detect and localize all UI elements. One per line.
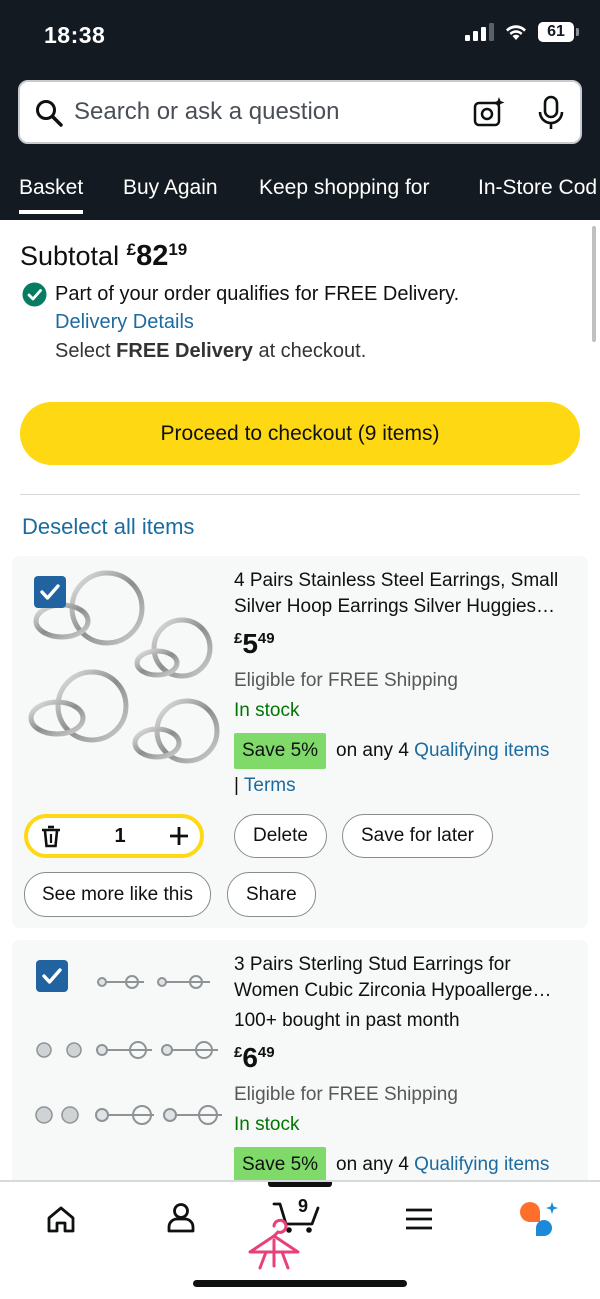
status-bar: 18:38 61: [0, 0, 600, 70]
divider: [20, 494, 580, 495]
cart-item: 3 Pairs Sterling Stud Earrings for Women…: [12, 940, 588, 1200]
checkmark-icon: [40, 584, 60, 600]
price-fraction: 49: [257, 630, 275, 647]
select-prefix: Select: [55, 340, 117, 362]
quantity-value: 1: [114, 825, 126, 847]
search-bar[interactable]: [18, 80, 582, 144]
shipping-info: Eligible for FREE Shipping: [234, 670, 458, 691]
cart-item: 4 Pairs Stainless Steel Earrings, Small …: [12, 556, 588, 928]
terms-prefix: |: [234, 775, 244, 796]
tab-keep-shopping[interactable]: Keep shopping for: [259, 176, 429, 200]
save-offer-text: on any 4 Qualifying items: [336, 1154, 549, 1176]
tab-buy-again[interactable]: Buy Again: [123, 176, 218, 200]
status-icons: 61: [465, 22, 579, 42]
subtotal-label: Subtotal: [20, 241, 120, 271]
price-whole: 5: [242, 628, 258, 659]
save-for-later-button[interactable]: Save for later: [342, 814, 493, 858]
tab-in-store-code[interactable]: In-Store Cod: [478, 176, 597, 200]
stock-status: In stock: [234, 700, 300, 721]
status-time: 18:38: [44, 22, 106, 48]
title-line-1: 4 Pairs Stainless Steel Earrings, Small: [234, 570, 559, 591]
active-tab-indicator: [268, 1182, 332, 1187]
microphone-icon[interactable]: [536, 94, 566, 132]
select-free-delivery-text: Select FREE Delivery at checkout.: [55, 340, 366, 363]
subtotal-whole: 82: [136, 240, 169, 272]
shipping-info: Eligible for FREE Shipping: [234, 1084, 458, 1105]
qualifying-items-link[interactable]: Qualifying items: [414, 1154, 549, 1175]
title-line-1: 3 Pairs Sterling Stud Earrings for: [234, 954, 511, 975]
trash-icon[interactable]: [40, 825, 62, 849]
price-whole: 6: [242, 1042, 258, 1073]
product-title-link[interactable]: 3 Pairs Sterling Stud Earrings for Women…: [234, 952, 580, 1004]
free-delivery-notice: Part of your order qualifies for FREE De…: [22, 282, 459, 307]
price-fraction: 49: [257, 1044, 275, 1061]
save-offer-prefix: on any 4: [336, 1154, 415, 1175]
wifi-icon: [506, 25, 526, 40]
save-offer-prefix: on any 4: [336, 740, 415, 761]
product-price: £549: [234, 628, 275, 660]
item-checkbox[interactable]: [34, 576, 66, 608]
qualifying-items-link[interactable]: Qualifying items: [414, 740, 549, 761]
battery-indicator: 61: [538, 22, 579, 42]
title-line-2: Women Cubic Zirconia Hypoallerge…: [234, 980, 552, 1001]
subtotal-currency: £: [126, 240, 137, 259]
subtotal-fraction: 19: [168, 240, 188, 259]
quantity-stepper: 1: [24, 814, 204, 858]
select-bold: FREE Delivery: [116, 340, 253, 362]
subtotal: Subtotal £8219: [20, 240, 187, 273]
category-tabs: Basket Buy Again Keep shopping for In-St…: [0, 170, 600, 220]
share-button[interactable]: Share: [227, 872, 316, 917]
deselect-all-link[interactable]: Deselect all items: [22, 514, 194, 540]
delete-button[interactable]: Delete: [234, 814, 327, 858]
menu-icon[interactable]: [404, 1206, 434, 1232]
save-badge: Save 5%: [234, 733, 327, 769]
scrollbar[interactable]: [592, 226, 596, 342]
app-header: 18:38 61 Ba: [0, 0, 600, 220]
home-icon[interactable]: [46, 1204, 76, 1234]
product-price: £649: [234, 1042, 275, 1074]
home-indicator[interactable]: [193, 1280, 407, 1287]
account-icon[interactable]: [166, 1202, 196, 1234]
terms-link[interactable]: Terms: [244, 775, 296, 796]
title-line-2: Silver Hoop Earrings Silver Huggies…: [234, 596, 556, 617]
delivery-details-link[interactable]: Delivery Details: [55, 311, 194, 334]
see-more-like-this-button[interactable]: See more like this: [24, 872, 212, 917]
proceed-to-checkout-button[interactable]: Proceed to checkout (9 items): [20, 402, 580, 465]
assistant-icon[interactable]: [518, 1200, 558, 1236]
check-circle-icon: [22, 282, 47, 307]
cellular-signal-icon: [465, 23, 494, 41]
save-badge: Save 5%: [234, 1147, 327, 1183]
save-offer-text: on any 4 Qualifying items: [336, 740, 549, 762]
search-icon[interactable]: [34, 98, 64, 128]
select-suffix: at checkout.: [252, 340, 367, 362]
tab-basket[interactable]: Basket: [19, 176, 84, 214]
hanger-icon[interactable]: [246, 1218, 302, 1274]
bought-count: 100+ bought in past month: [234, 1010, 460, 1031]
terms-row: | Terms: [234, 775, 296, 797]
product-title-link[interactable]: 4 Pairs Stainless Steel Earrings, Small …: [234, 568, 580, 620]
camera-search-icon[interactable]: [472, 96, 506, 130]
plus-icon[interactable]: [168, 825, 190, 847]
checkmark-icon: [42, 968, 62, 984]
search-input[interactable]: [74, 92, 454, 132]
item-checkbox[interactable]: [36, 960, 68, 992]
stock-status: In stock: [234, 1114, 300, 1135]
cart-count-badge: 9: [298, 1196, 309, 1216]
free-delivery-text: Part of your order qualifies for FREE De…: [55, 283, 460, 305]
